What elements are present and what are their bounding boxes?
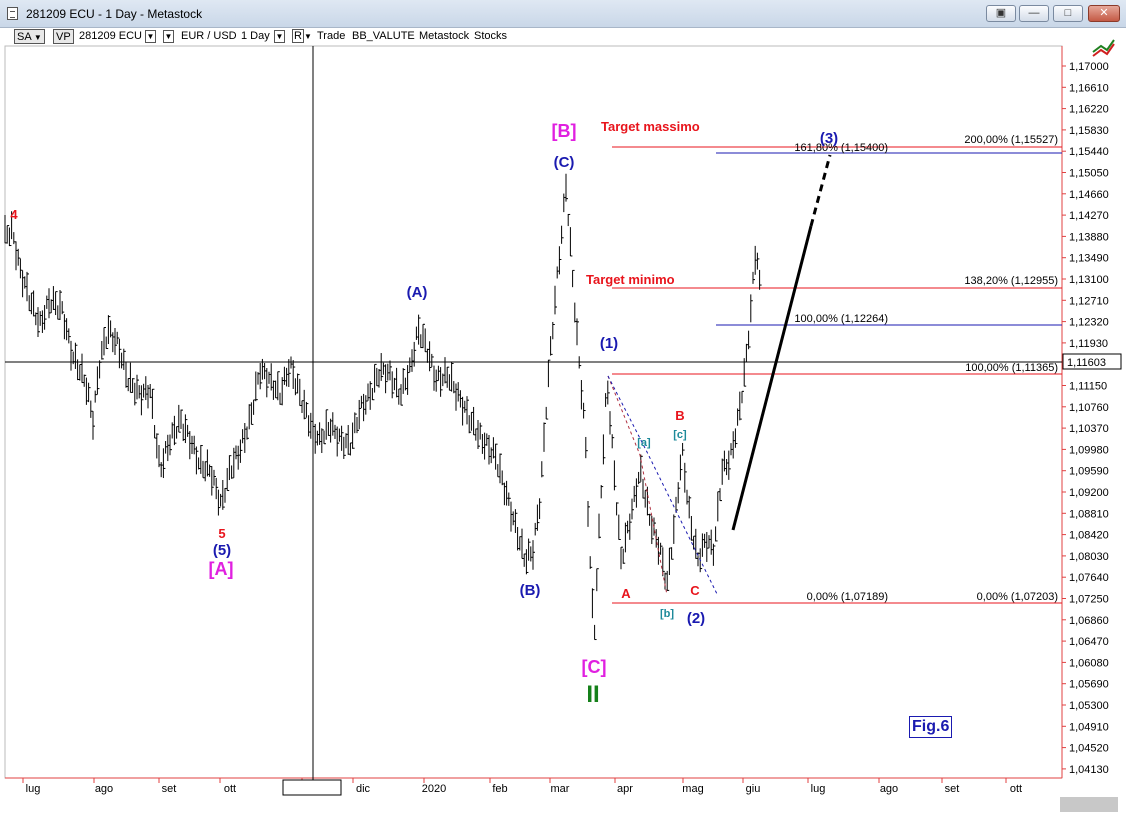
price-tick-label: 1,07250 (1069, 594, 1109, 606)
price-tick-label: 1,16220 (1069, 104, 1109, 116)
price-tick-label: 1,14660 (1069, 189, 1109, 201)
time-tick-label: feb (492, 783, 507, 795)
price-tick-label: 1,13100 (1069, 274, 1109, 286)
time-tick-label: 2020 (422, 783, 446, 795)
price-tick-label: 1,06470 (1069, 636, 1109, 648)
current-price-label: 1,11603 (1067, 357, 1106, 369)
price-bars (4, 173, 762, 641)
price-tick-label: 1,09980 (1069, 444, 1109, 456)
time-tick-label: apr (617, 783, 633, 795)
wave-label-B-bracket: [B] (552, 121, 577, 141)
price-tick-label: 1,04520 (1069, 743, 1109, 755)
time-axis: lugagosetott12/11/2019dic2020febmaraprma… (22, 778, 1022, 795)
price-tick-label: 1,10370 (1069, 423, 1109, 435)
wave-label-C-paren: (C) (554, 154, 575, 171)
projection-dashed-line (809, 154, 832, 227)
wave-labels: 4 5 (5) [A] (A) (B) (C) [B] [C] II (1) (… (10, 119, 838, 708)
time-tick-label: lug (811, 783, 826, 795)
time-tick-label: set (162, 783, 177, 795)
chart-frame (4, 45, 1063, 779)
price-tick-label: 1,07640 (1069, 572, 1109, 584)
price-tick-label: 1,08810 (1069, 508, 1109, 520)
wave-label-1: (1) (600, 335, 618, 352)
level-label-100r: 100,00% (1,11365) (965, 362, 1058, 374)
level-label-0r: 0,00% (1,07203) (977, 591, 1058, 603)
price-tick-label: 1,08030 (1069, 551, 1109, 563)
price-tick-label: 1,04130 (1069, 764, 1109, 776)
target-max-label: Target massimo (601, 119, 700, 134)
wave-label-sub-C: C (690, 583, 700, 598)
wave-label-2: (2) (687, 610, 705, 627)
wave-label-4: 4 (10, 207, 18, 222)
time-tick-label: ott (1010, 783, 1022, 795)
wave-label-A-bracket: [A] (209, 559, 234, 579)
time-tick-label: lug (26, 783, 41, 795)
wave-label-II: II (586, 681, 599, 708)
wave-label-B-paren: (B) (520, 582, 541, 599)
time-tick-label: mag (682, 783, 703, 795)
cursor-date-box (282, 779, 342, 796)
level-label-161: 161,80% (1,15400) (794, 142, 888, 154)
level-label-138: 138,20% (1,12955) (964, 275, 1058, 287)
price-tick-label: 1,12710 (1069, 295, 1109, 307)
level-label-100b: 100,00% (1,12264) (794, 313, 888, 325)
price-tick-label: 1,08420 (1069, 530, 1109, 542)
price-tick-label: 1,15050 (1069, 168, 1109, 180)
time-tick-label: ago (95, 783, 113, 795)
wave-label-sub-b: [b] (660, 608, 674, 620)
time-tick-label: giu (746, 783, 761, 795)
level-label-200: 200,00% (1,15527) (964, 134, 1058, 146)
horizontal-scrollbar[interactable] (1060, 797, 1118, 812)
price-chart[interactable]: 1,17000 1,16610 1,16220 1,15830 1,15440 1,150… (0, 0, 1126, 817)
target-min-label: Target minimo (586, 272, 675, 287)
price-tick-label: 1,17000 (1069, 61, 1109, 73)
time-tick-label: set (945, 783, 960, 795)
level-label-0b: 0,00% (1,07189) (807, 591, 888, 603)
time-tick-label: dic (356, 783, 371, 795)
price-tick-label: 1,13490 (1069, 253, 1109, 265)
price-tick-label: 1,06860 (1069, 615, 1109, 627)
chart-tools-icon[interactable] (1092, 39, 1115, 57)
time-tick-label: mar (551, 783, 570, 795)
price-tick-label: 1,10760 (1069, 402, 1109, 414)
price-tick-label: 1,14270 (1069, 210, 1109, 222)
wave-label-5: 5 (218, 526, 225, 541)
price-tick-label: 1,15830 (1069, 125, 1109, 137)
wave-label-3: (3) (820, 130, 838, 147)
wave-label-C-bracket: [C] (582, 657, 607, 677)
price-tick-label: 1,06080 (1069, 657, 1109, 669)
fibonacci-levels: 200,00% (1,15527) 161,80% (1,15400) 138,… (612, 134, 1062, 604)
price-tick-label: 1,11930 (1069, 338, 1108, 350)
wave-label-sub-a: [a] (637, 437, 651, 449)
price-tick-label: 1,16610 (1069, 82, 1109, 94)
price-tick-label: 1,15440 (1069, 146, 1109, 158)
price-tick-label: 1,09200 (1069, 487, 1109, 499)
price-tick-label: 1,05300 (1069, 700, 1109, 712)
price-tick-label: 1,13880 (1069, 231, 1109, 243)
wave-label-sub-c: [c] (673, 429, 687, 441)
price-tick-label: 1,11150 (1069, 381, 1107, 393)
wave-label-5-paren: (5) (213, 542, 231, 559)
price-tick-label: 1,05690 (1069, 679, 1109, 691)
price-tick-label: 1,09590 (1069, 466, 1109, 478)
time-tick-label: ago (880, 783, 898, 795)
price-tick-label: 1,12320 (1069, 317, 1109, 329)
wave-label-A-paren: (A) (407, 284, 428, 301)
price-tick-label: 1,04910 (1069, 721, 1109, 733)
time-tick-label: ott (224, 783, 236, 795)
price-axis: 1,17000 1,16610 1,16220 1,15830 1,15440 1,150… (1062, 61, 1109, 776)
wave-label-sub-A: A (621, 586, 631, 601)
wave-label-sub-B: B (675, 408, 684, 423)
figure-label: Fig.6 (909, 716, 953, 738)
